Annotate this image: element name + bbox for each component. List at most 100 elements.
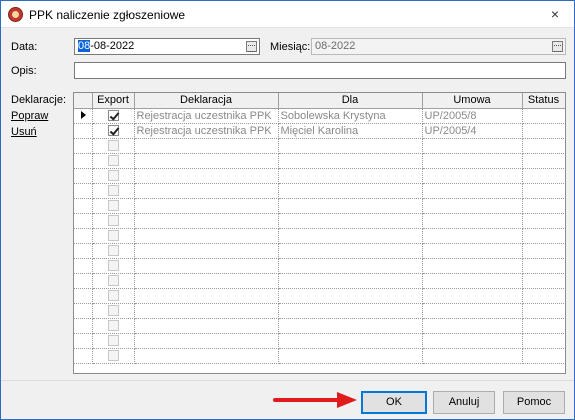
table-row[interactable] [74,258,565,274]
export-cell[interactable] [92,168,135,184]
export-checkbox[interactable] [107,110,119,121]
table-row[interactable] [74,243,565,259]
declarations-grid[interactable]: Export Deklaracja Dla Umowa Status Rejes… [73,92,566,374]
export-cell[interactable] [92,183,135,199]
table-row[interactable] [74,213,565,229]
table-row[interactable] [74,183,565,199]
export-checkbox[interactable] [107,185,119,196]
export-checkbox[interactable] [107,140,119,151]
usun-link[interactable]: Usuń [11,126,37,138]
anuluj-button[interactable]: Anuluj [433,391,495,414]
empty-cell [278,333,423,349]
export-checkbox[interactable] [107,125,119,136]
export-cell[interactable] [92,333,135,349]
export-cell[interactable] [92,153,135,169]
row-indicator [74,243,93,259]
export-checkbox[interactable] [107,275,119,286]
empty-cell [278,258,423,274]
export-checkbox[interactable] [107,155,119,166]
date-rest-part: -08-2022 [90,40,135,52]
empty-cell [134,318,279,334]
table-row[interactable] [74,138,565,154]
export-checkbox[interactable] [107,335,119,346]
export-cell[interactable] [92,348,135,364]
empty-cell [422,138,523,154]
cell-dla: Sobolewska Krystyna [278,108,423,124]
empty-cell [422,303,523,319]
data-label: Data: [11,41,38,53]
export-checkbox[interactable] [107,200,119,211]
export-checkbox[interactable] [107,245,119,256]
header-dla[interactable]: Dla [278,93,423,109]
empty-cell [422,273,523,289]
empty-cell [278,273,423,289]
empty-cell [522,198,565,214]
table-row[interactable] [74,153,565,169]
calendar-icon [552,41,563,52]
empty-cell [422,183,523,199]
empty-cell [134,153,279,169]
cell-status [522,123,565,139]
export-cell[interactable] [92,138,135,154]
row-indicator [74,273,93,289]
empty-cell [522,288,565,304]
table-row[interactable] [74,168,565,184]
header-export[interactable]: Export [92,93,135,109]
row-indicator [74,168,93,184]
empty-cell [134,273,279,289]
data-date-field[interactable]: 08-08-2022 [74,38,260,55]
export-cell[interactable] [92,288,135,304]
export-checkbox[interactable] [107,320,119,331]
header-umowa[interactable]: Umowa [422,93,523,109]
table-row[interactable]: Rejestracja uczestnika PPK Mięciel Karoli… [74,123,565,139]
export-cell[interactable] [92,273,135,289]
export-cell[interactable] [92,258,135,274]
export-cell[interactable] [92,303,135,319]
dialog-window: PPK naliczenie zgłoszeniowe × Data: 08-0… [0,0,575,420]
export-checkbox[interactable] [107,260,119,271]
opis-input[interactable] [74,62,566,79]
cell-umowa: UP/2005/8 [422,108,523,124]
table-row[interactable] [74,333,565,349]
export-checkbox[interactable] [107,230,119,241]
row-indicator [74,333,93,349]
table-header-row: Export Deklaracja Dla Umowa Status [74,93,565,109]
export-cell[interactable] [92,228,135,244]
export-checkbox[interactable] [107,170,119,181]
popraw-link[interactable]: Popraw [11,110,48,122]
table-row[interactable] [74,288,565,304]
empty-cell [134,243,279,259]
row-indicator [74,303,93,319]
table-row[interactable] [74,348,565,364]
export-checkbox[interactable] [107,305,119,316]
table-row[interactable]: Rejestracja uczestnika PPK Sobolewska Kry… [74,108,565,124]
table-row[interactable] [74,318,565,334]
row-indicator [74,228,93,244]
close-icon[interactable]: × [542,4,568,24]
header-deklaracja[interactable]: Deklaracja [134,93,279,109]
export-checkbox[interactable] [107,290,119,301]
table-row[interactable] [74,303,565,319]
empty-cell [134,288,279,304]
empty-cell [134,198,279,214]
table-row[interactable] [74,198,565,214]
export-cell[interactable] [92,318,135,334]
export-cell[interactable] [92,123,135,139]
pomoc-button[interactable]: Pomoc [503,391,565,414]
miesiac-value: 08-2022 [315,40,356,52]
empty-cell [134,168,279,184]
export-checkbox[interactable] [107,215,119,226]
empty-cell [134,228,279,244]
calendar-icon[interactable] [246,41,257,52]
table-row[interactable] [74,273,565,289]
export-cell[interactable] [92,243,135,259]
export-cell[interactable] [92,198,135,214]
ok-button[interactable]: OK [361,391,427,414]
export-checkbox[interactable] [107,350,119,361]
export-cell[interactable] [92,213,135,229]
cell-status [522,108,565,124]
empty-cell [422,243,523,259]
table-row[interactable] [74,228,565,244]
export-cell[interactable] [92,108,135,124]
header-status[interactable]: Status [522,93,565,109]
